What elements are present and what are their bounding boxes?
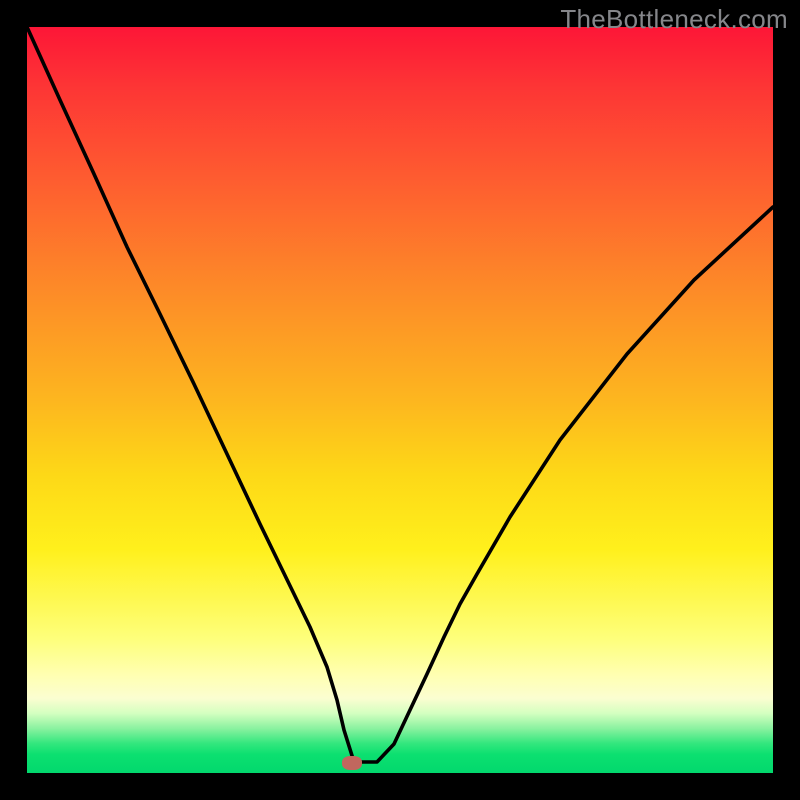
minimum-marker	[342, 756, 362, 770]
frame-right	[773, 0, 800, 800]
frame-bottom	[0, 773, 800, 800]
bottleneck-curve	[27, 27, 773, 773]
frame-left	[0, 0, 27, 800]
watermark-text: TheBottleneck.com	[560, 4, 788, 35]
